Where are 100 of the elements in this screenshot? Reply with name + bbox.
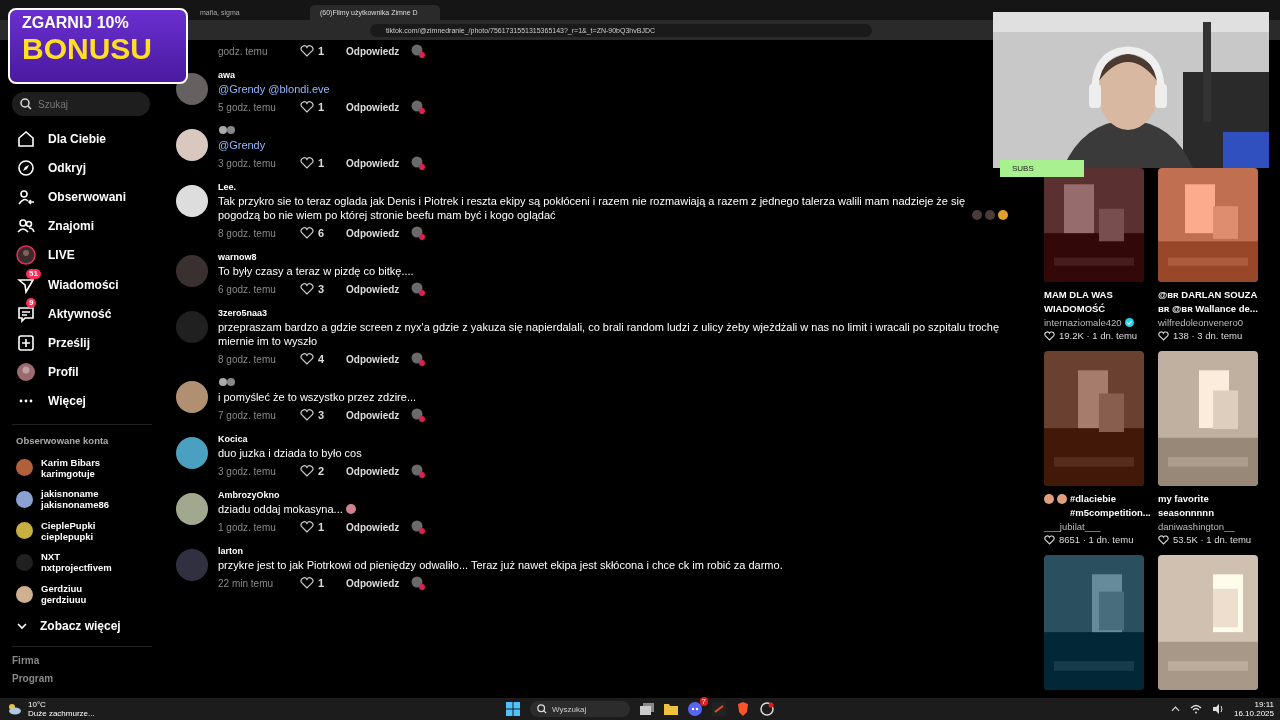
username[interactable]: Lee. <box>218 181 1008 194</box>
author-name[interactable]: internaziomale420 <box>1044 317 1122 328</box>
chat-app-icon[interactable] <box>688 702 702 716</box>
video-title[interactable]: MAM DLA WAS WIADOMOŚĆ <box>1044 288 1146 316</box>
timestamp: 5 godz. temu <box>218 101 277 113</box>
overlay-label: SUBS <box>1000 160 1084 177</box>
creator-liked-icon <box>411 352 426 366</box>
like-button[interactable]: 1 <box>300 45 346 57</box>
nav-item[interactable]: Obserwowani <box>12 182 162 212</box>
see-more-link[interactable]: Zobacz więcej <box>12 613 162 638</box>
video-title[interactable]: my favorite seasonnnnn <box>1158 492 1260 520</box>
reply-button[interactable]: Odpowiedz <box>346 353 400 365</box>
heart-icon <box>1044 330 1055 341</box>
reply-button[interactable]: Odpowiedz <box>346 283 400 295</box>
author-name[interactable]: ___jubilat___ <box>1044 521 1101 532</box>
chevron-icon <box>16 621 28 630</box>
reply-button[interactable]: Odpowiedz <box>346 227 400 239</box>
like-button[interactable]: 1 <box>300 101 346 113</box>
followed-account[interactable]: CieplePupki cieplepupki <box>12 515 162 547</box>
nav-item[interactable]: Odkryj <box>12 153 162 183</box>
comment-text: @Grendy <box>218 138 266 152</box>
reply-button[interactable]: Odpowiedz <box>346 409 400 421</box>
video-stats: 19.2K · 1 dn. temu <box>1059 330 1138 341</box>
username[interactable]: AmbrozyOkno <box>218 489 426 502</box>
reply-button[interactable]: Odpowiedz <box>346 101 400 113</box>
temperature: 10°C <box>28 700 47 709</box>
avatar <box>176 185 208 217</box>
followed-account[interactable]: jakisnoname jakisnoname86 <box>12 483 162 516</box>
reply-button[interactable]: Odpowiedz <box>346 577 400 589</box>
avatar <box>176 381 208 413</box>
author-name[interactable]: wilfredoleonvenero0 <box>1158 317 1244 328</box>
wifi-icon[interactable] <box>1189 704 1202 714</box>
like-button[interactable]: 3 <box>300 409 346 421</box>
followed-account[interactable]: Karim Bibars karimgotuje <box>12 451 162 484</box>
like-button[interactable]: 3 <box>300 283 346 295</box>
comment-text: dziadu oddaj mokasyna... <box>218 502 343 516</box>
promo-banner[interactable]: ZGARNIJ 10% BONUSU <box>8 8 188 84</box>
folder-icon[interactable] <box>664 703 678 715</box>
emoji-icon <box>345 504 356 514</box>
speaker-icon[interactable] <box>1211 704 1224 714</box>
search-field[interactable]: Szukaj <box>12 92 150 116</box>
taskbar-search[interactable]: Wyszukaj <box>530 701 630 717</box>
nav-item[interactable]: 51 Wiadomości <box>12 269 162 300</box>
followed-account[interactable]: NXT nxtprojectfivem <box>12 546 162 579</box>
creator-liked-icon <box>411 44 426 58</box>
username[interactable]: Kocica <box>218 433 426 446</box>
account-name: Karim Bibars <box>41 456 101 468</box>
app-icon[interactable] <box>712 702 726 716</box>
heart-icon <box>300 157 314 169</box>
nav-item[interactable]: Znajomi <box>12 211 162 241</box>
account-name: jakisnoname <box>41 488 100 500</box>
shield-icon[interactable] <box>736 702 750 716</box>
weather-text: Duże zachmurze... <box>28 709 95 718</box>
comment-text: duo juzka i dziada to było cos <box>218 446 362 460</box>
nav-item[interactable]: 9 Aktywność <box>12 299 162 329</box>
comment-text: przykre jest to jak Piotrkowi od pieniędzy odwaliło... Teraz już nawet ekipa jest skłócona i chce ck im robić za darmo. <box>218 558 783 572</box>
task-view-icon[interactable] <box>640 703 654 715</box>
heart-icon <box>300 101 314 113</box>
nav-item[interactable]: Profil <box>12 357 162 387</box>
windows-icon[interactable] <box>506 702 520 716</box>
like-button[interactable]: 1 <box>300 521 346 533</box>
footer-link[interactable]: Program <box>12 672 162 691</box>
notification-badge: 7 <box>699 697 708 706</box>
reply-button[interactable]: Odpowiedz <box>346 521 400 533</box>
creator-liked-icon <box>411 100 426 114</box>
video-title[interactable]: @ʙʀ DARLAN SOUZA ʙʀ @ʙʀ Wallance de... <box>1158 288 1260 316</box>
like-button[interactable]: 1 <box>300 577 346 589</box>
clock-date: 16.10.2025 <box>1233 709 1274 718</box>
author-name[interactable]: daniwashington__ <box>1158 521 1235 532</box>
followed-account[interactable]: Gerdziuu gerdziuuu <box>12 578 162 610</box>
username[interactable]: warnow8 <box>218 251 426 264</box>
plus-icon <box>17 333 35 352</box>
reply-button[interactable]: Odpowiedz <box>346 157 400 169</box>
like-button[interactable]: 4 <box>300 353 346 365</box>
reply-button[interactable]: Odpowiedz <box>346 465 400 477</box>
reply-button[interactable]: Odpowiedz <box>346 45 400 57</box>
avatar <box>176 493 208 525</box>
comment-text: i pomyśleć że to wszystko przez zdzire... <box>218 390 417 404</box>
nav-item[interactable]: Dla Ciebie <box>12 124 162 154</box>
heart-icon <box>300 353 314 365</box>
username[interactable]: larton <box>218 545 783 558</box>
timestamp: 7 godz. temu <box>218 409 277 421</box>
username[interactable]: awa <box>218 69 426 82</box>
video-title[interactable]: #dlaciebie #m5competition... <box>1070 492 1151 520</box>
nav-item[interactable]: Więcej <box>12 386 162 416</box>
nav-item[interactable]: Prześlij <box>12 328 162 358</box>
count-badge: 9 <box>26 297 37 308</box>
like-button[interactable]: 2 <box>300 465 346 477</box>
like-button[interactable]: 6 <box>300 227 346 239</box>
footer-link[interactable]: Firma <box>12 654 162 673</box>
avatar <box>176 549 208 581</box>
avatar <box>176 129 208 161</box>
like-button[interactable]: 1 <box>300 157 346 169</box>
avatar-icon <box>16 362 36 383</box>
chevron-up-icon[interactable] <box>1170 706 1180 712</box>
username[interactable]: 3zero5naa3 <box>218 307 1008 320</box>
account-handle: cieplepupki <box>41 530 94 542</box>
avatar <box>176 437 208 469</box>
nav-item[interactable]: LIVE <box>12 240 162 270</box>
heart-icon <box>300 409 314 421</box>
